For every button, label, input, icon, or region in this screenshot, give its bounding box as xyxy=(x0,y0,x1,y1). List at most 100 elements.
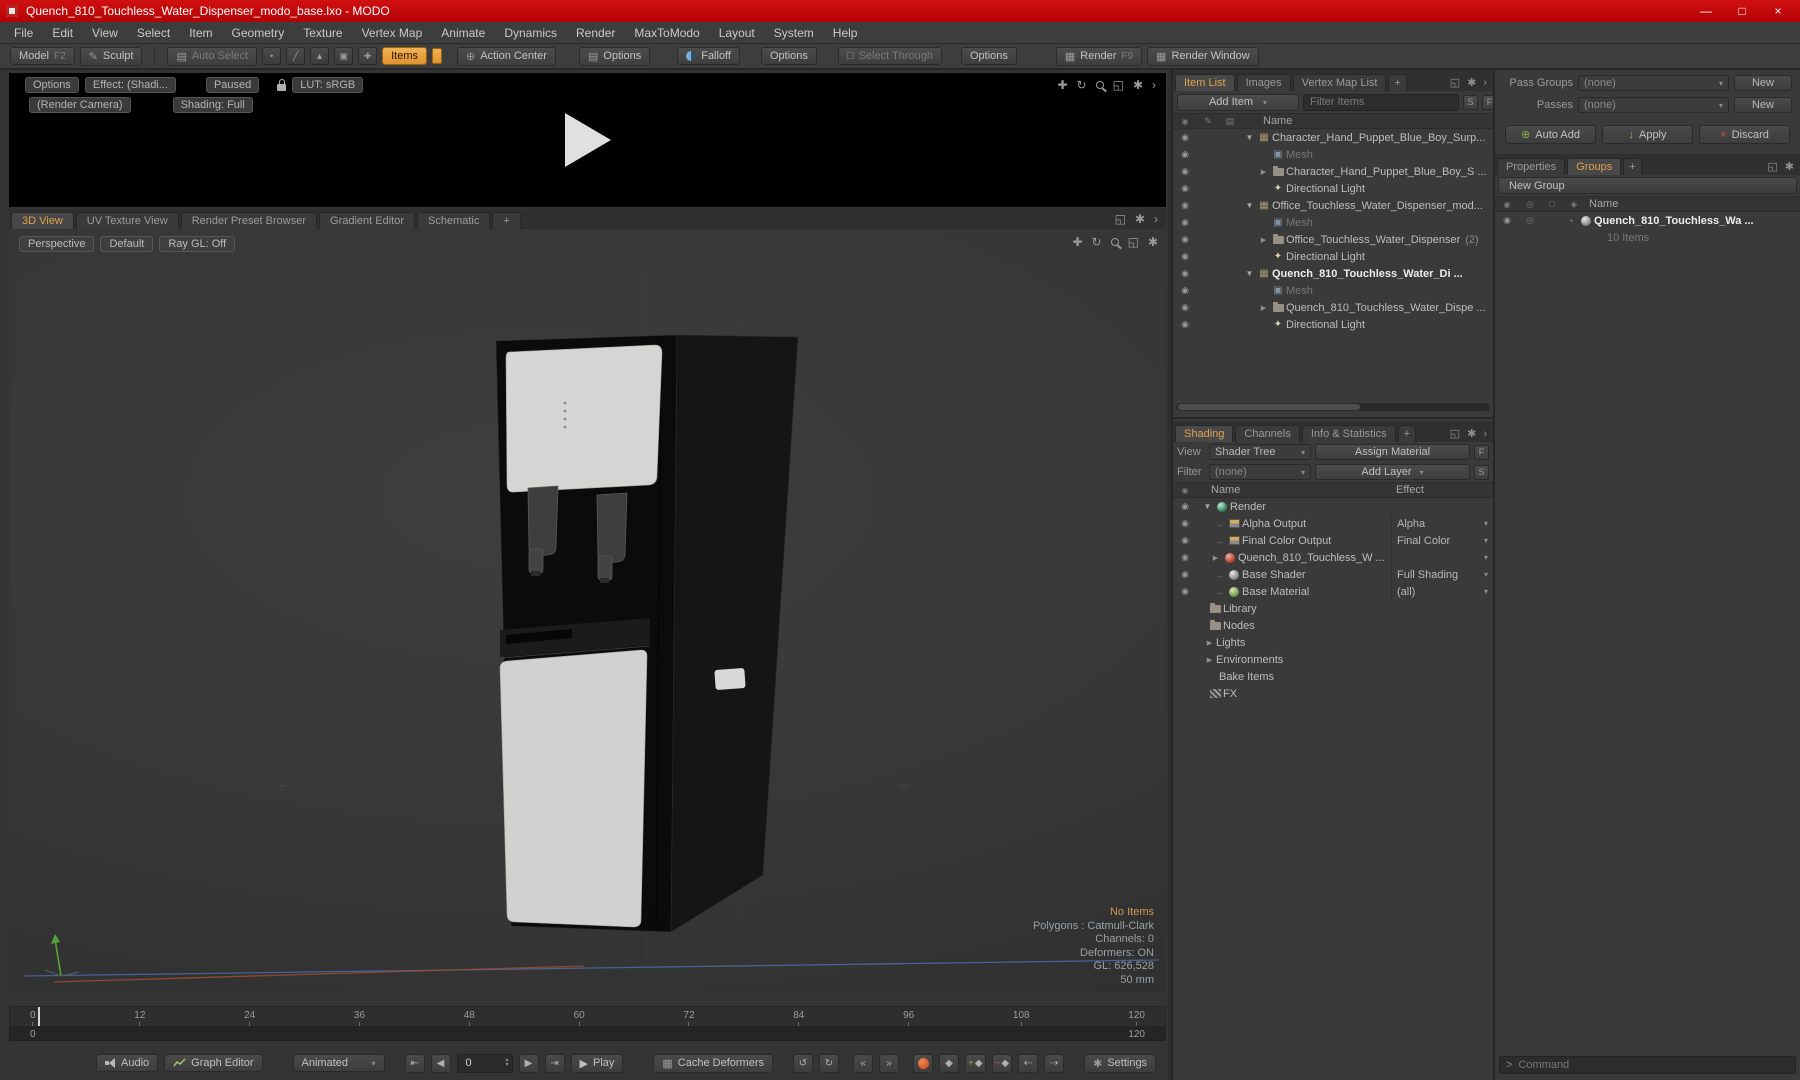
raygl-button[interactable]: Ray GL: Off xyxy=(159,236,236,252)
tab-3d-view[interactable]: 3D View xyxy=(11,212,74,229)
polygons-mode-icon[interactable]: ▲ xyxy=(310,47,330,65)
expand-icon[interactable]: ◱ xyxy=(1113,78,1124,92)
collapse-arrow-icon[interactable]: ▼ xyxy=(1243,269,1256,278)
expand-arrow-icon[interactable]: ▶ xyxy=(1203,656,1216,664)
close-button[interactable]: × xyxy=(1762,1,1794,21)
3d-viewport[interactable]: Perspective Default Ray GL: Off ✚ ↻ ◱ ✱ … xyxy=(9,229,1166,993)
preview-effect-button[interactable]: Effect: (Shadi... xyxy=(84,77,176,93)
visibility-eye-icon[interactable]: ◉ xyxy=(1173,586,1197,597)
pan-icon[interactable]: ✚ xyxy=(1072,235,1082,249)
shader-row-render[interactable]: ◉ ▼ Render xyxy=(1173,498,1493,515)
shader-row-fx[interactable]: FX xyxy=(1173,685,1493,702)
menu-render[interactable]: Render xyxy=(576,26,615,40)
collapse-arrow-icon[interactable]: ▼ xyxy=(1243,133,1256,142)
menu-dynamics[interactable]: Dynamics xyxy=(504,26,557,40)
pass-groups-dropdown[interactable]: (none) ▾ xyxy=(1578,75,1729,91)
effect-column-header[interactable]: Effect xyxy=(1396,484,1424,496)
item-row-folder[interactable]: ◉ ▶ Quench_810_Touchless_Water_Dispe ... xyxy=(1173,299,1493,316)
new-pass-button[interactable]: New xyxy=(1734,97,1792,113)
preview-options-button[interactable]: Options xyxy=(25,77,79,93)
item-row-light[interactable]: ◉ ✦ Directional Light xyxy=(1173,248,1493,265)
jump-prev-key-icon[interactable]: ⇠ xyxy=(1018,1053,1039,1073)
center-mode-icon[interactable]: ✚ xyxy=(358,47,378,65)
playback-mode-dropdown[interactable]: Animated ▾ xyxy=(292,1054,385,1072)
expand-icon[interactable]: ◱ xyxy=(1450,427,1460,440)
shader-row-lights[interactable]: ▶ Lights xyxy=(1173,634,1493,651)
prev-key-icon[interactable]: « xyxy=(853,1053,873,1073)
minimize-button[interactable]: — xyxy=(1690,1,1722,21)
visibility-eye-icon[interactable]: ◉ xyxy=(1173,149,1197,160)
timeline-ruler[interactable]: 0 12 24 36 48 60 72 84 96 108 120 xyxy=(9,1006,1166,1027)
menu-texture[interactable]: Texture xyxy=(303,26,342,40)
preview-paused-button[interactable]: Paused xyxy=(205,77,260,93)
tab-properties[interactable]: Properties xyxy=(1497,158,1566,175)
visibility-eye-icon[interactable]: ◉ xyxy=(1173,217,1197,228)
tab-render-preset-browser[interactable]: Render Preset Browser xyxy=(180,212,318,229)
shader-row-material-group[interactable]: ◉ ▶ Quench_810_Touchless_W ... ▾ xyxy=(1173,549,1493,566)
perspective-button[interactable]: Perspective xyxy=(19,236,95,252)
expand-plus-icon[interactable]: + xyxy=(1565,216,1578,225)
tab-groups[interactable]: Groups xyxy=(1567,158,1622,175)
add-key-icon[interactable]: + ◆ xyxy=(965,1053,986,1073)
visibility-eye-icon[interactable]: ◉ xyxy=(1173,501,1197,512)
items-mode-chip[interactable] xyxy=(432,48,443,64)
rotate-icon[interactable]: ↻ xyxy=(1092,235,1102,249)
add-layer-dropdown[interactable]: Add Layer ▾ xyxy=(1315,464,1470,480)
select-through-button[interactable]: □ Select Through xyxy=(837,47,942,65)
tab-vertex-map-list[interactable]: Vertex Map List xyxy=(1292,74,1387,91)
item-row-light[interactable]: ◉ ✦ Directional Light xyxy=(1173,180,1493,197)
menu-vertex-map[interactable]: Vertex Map xyxy=(362,26,423,40)
action-center-options-button[interactable]: ▤ Options xyxy=(578,46,651,66)
item-row-folder[interactable]: ◉ ▶ Office_Touchless_Water_Dispenser (2) xyxy=(1173,231,1493,248)
falloff-button[interactable]: Falloff xyxy=(677,47,740,65)
visibility-column-header[interactable]: ◉ xyxy=(1495,200,1519,209)
tab-images[interactable]: Images xyxy=(1236,74,1291,91)
add-tab-button[interactable]: + xyxy=(1397,425,1417,442)
tab-gradient-editor[interactable]: Gradient Editor xyxy=(319,212,415,229)
shader-row-alpha-output[interactable]: ◉ → Alpha Output Alpha ▾ xyxy=(1173,515,1493,532)
add-tab-button[interactable]: + xyxy=(492,212,521,229)
audio-button[interactable]: Audio xyxy=(96,1054,159,1072)
apply-button[interactable]: ↓ Apply xyxy=(1602,125,1693,144)
filter-dropdown[interactable]: (none) ▾ xyxy=(1209,464,1311,480)
gear-icon[interactable]: ✱ xyxy=(1467,76,1476,89)
action-center-button[interactable]: ⊕ Action Center xyxy=(457,46,556,66)
item-row-group-selected[interactable]: ◉ ▼ ▦ Quench_810_Touchless_Water_Di ... xyxy=(1173,265,1493,282)
loop-forward-icon[interactable]: ↻ xyxy=(819,1053,839,1073)
menu-animate[interactable]: Animate xyxy=(441,26,485,40)
pan-icon[interactable]: ✚ xyxy=(1057,78,1067,92)
falloff-options-button[interactable]: Options xyxy=(760,47,817,65)
materials-mode-icon[interactable]: ▣ xyxy=(334,47,354,65)
gear-icon[interactable]: ✱ xyxy=(1467,427,1476,440)
vertices-mode-icon[interactable]: • xyxy=(262,47,282,65)
item-row-mesh[interactable]: ◉ ▣ Mesh xyxy=(1173,214,1493,231)
render-window-button[interactable]: ▦ Render Window xyxy=(1147,46,1259,66)
visibility-column-header[interactable]: ◉ xyxy=(1173,117,1197,126)
menu-view[interactable]: View xyxy=(92,26,118,40)
group-row-selected[interactable]: ◉ ◎ + Quench_810_Touchless_Wa ... xyxy=(1495,212,1800,229)
sort-button[interactable]: S xyxy=(1474,464,1489,480)
visibility-eye-icon[interactable]: ◉ xyxy=(1173,166,1197,177)
menu-maxtomodo[interactable]: MaxToModo xyxy=(634,26,699,40)
name-column-header[interactable]: Name xyxy=(1589,198,1618,210)
name-column-header[interactable]: Name xyxy=(1263,115,1292,127)
play-button[interactable]: ▶ Play xyxy=(570,1053,624,1073)
preview-camera-button[interactable]: (Render Camera) xyxy=(29,97,131,113)
expand-arrow-icon[interactable]: ▶ xyxy=(1257,236,1270,244)
preview-shading-button[interactable]: Shading: Full xyxy=(172,97,253,113)
visibility-eye-icon[interactable]: ◉ xyxy=(1173,518,1197,529)
command-input[interactable] xyxy=(1518,1059,1789,1071)
menu-item[interactable]: Item xyxy=(189,26,212,40)
visibility-eye-icon[interactable]: ◉ xyxy=(1173,200,1197,211)
expand-icon[interactable]: ◱ xyxy=(1767,160,1777,173)
jump-next-key-icon[interactable]: ⇢ xyxy=(1044,1053,1065,1073)
timeline-range-bar[interactable]: 0 120 xyxy=(9,1027,1166,1041)
edges-mode-icon[interactable]: ╱ xyxy=(286,47,306,65)
box-column-header[interactable]: □ xyxy=(1541,199,1563,209)
visibility-eye-icon[interactable]: ◉ xyxy=(1173,552,1197,563)
new-group-button[interactable]: New Group xyxy=(1498,177,1797,194)
shader-row-environments[interactable]: ▶ Environments xyxy=(1173,651,1493,668)
menu-select[interactable]: Select xyxy=(137,26,170,40)
visibility-eye-icon[interactable]: ◉ xyxy=(1173,302,1197,313)
effect-dropdown[interactable]: Full Shading ▾ xyxy=(1391,566,1491,583)
